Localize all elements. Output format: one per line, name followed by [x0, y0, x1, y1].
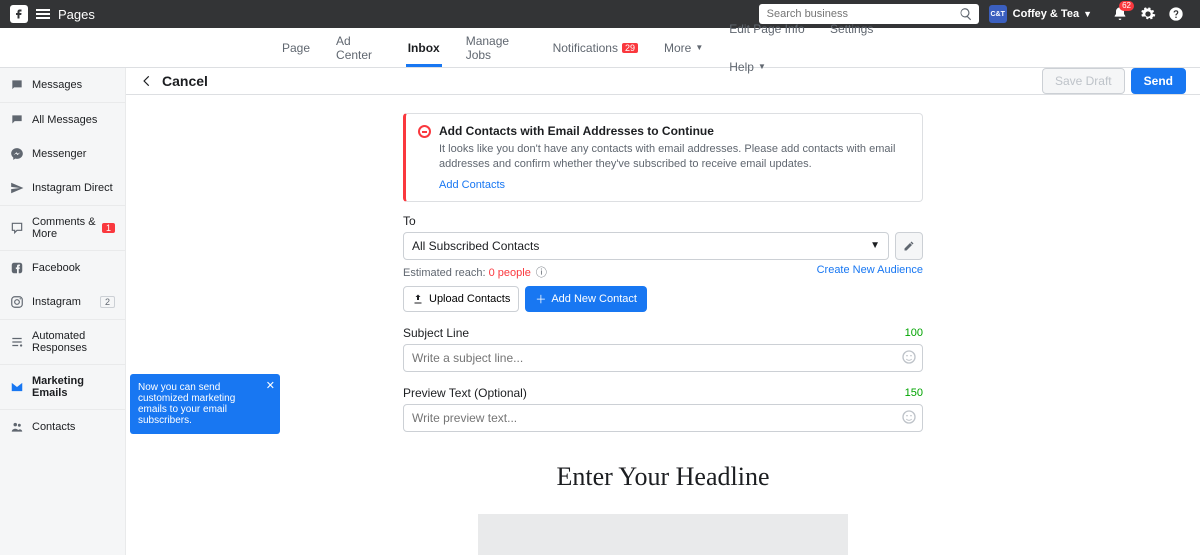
marketing-emails-tooltip: Now you can send customized marketing em… — [130, 374, 280, 434]
comment-icon — [10, 221, 24, 235]
automation-icon — [10, 335, 24, 349]
back-chevron-icon[interactable] — [140, 74, 154, 88]
subject-char-count: 100 — [905, 327, 923, 339]
app-title: Pages — [58, 7, 95, 22]
alert-title: Add Contacts with Email Addresses to Con… — [439, 124, 714, 138]
comments-badge: 1 — [102, 223, 115, 233]
cancel-title[interactable]: Cancel — [162, 73, 208, 89]
add-new-contact-button[interactable]: ＋ Add New Contact — [525, 286, 647, 312]
page-subnav: Page Ad Center Inbox Manage Jobs Notific… — [0, 28, 1200, 68]
notifications-badge: 62 — [1119, 1, 1134, 11]
speech-icon — [10, 113, 24, 127]
tab-notifications[interactable]: Notifications 29 — [551, 29, 640, 67]
sidebar-item-instagram[interactable]: Instagram 2 — [0, 285, 125, 320]
subject-input[interactable] — [403, 344, 923, 372]
instagram-badge: 2 — [100, 296, 115, 308]
compose-action-bar: Cancel Save Draft Send — [126, 68, 1200, 95]
notifications-count-badge: 29 — [622, 43, 638, 53]
sidebar-item-messenger[interactable]: Messenger — [0, 137, 125, 171]
search-input[interactable] — [759, 4, 979, 24]
upload-contacts-button[interactable]: Upload Contacts — [403, 286, 519, 312]
hamburger-icon[interactable] — [36, 7, 50, 21]
tab-inbox[interactable]: Inbox — [406, 29, 442, 67]
tooltip-close-icon[interactable]: ✕ — [266, 379, 275, 392]
page-avatar[interactable]: C&T — [989, 5, 1007, 23]
instagram-icon — [10, 295, 24, 309]
preview-label: Preview Text (Optional) — [403, 386, 527, 400]
pencil-icon — [903, 240, 915, 252]
missing-contacts-alert: Add Contacts with Email Addresses to Con… — [403, 113, 923, 202]
sidebar-item-comments-more[interactable]: Comments & More 1 — [0, 206, 125, 251]
settings-gear-icon[interactable] — [1138, 4, 1158, 24]
chat-icon — [10, 78, 24, 92]
page-switcher-caret[interactable]: ▼ — [1083, 9, 1092, 19]
tab-more[interactable]: More▼ — [662, 29, 705, 67]
compose-panel: Cancel Save Draft Send Add Contacts with… — [126, 68, 1200, 555]
sidebar-item-automated-responses[interactable]: Automated Responses — [0, 320, 125, 365]
contacts-icon — [10, 420, 24, 434]
sidebar-item-messages[interactable]: Messages — [0, 68, 125, 103]
alert-body: It looks like you don't have any contact… — [439, 142, 910, 173]
global-search[interactable] — [759, 4, 979, 24]
sidebar-item-all-messages[interactable]: All Messages — [0, 103, 125, 137]
save-draft-button[interactable]: Save Draft — [1042, 68, 1125, 94]
to-label: To — [403, 214, 416, 228]
facebook-square-icon — [10, 261, 24, 275]
tab-page[interactable]: Page — [280, 29, 312, 67]
create-audience-link[interactable]: Create New Audience — [817, 264, 923, 280]
sidebar-item-facebook[interactable]: Facebook — [0, 251, 125, 285]
envelope-icon — [10, 380, 24, 394]
edit-audience-button[interactable] — [895, 232, 923, 260]
send-button[interactable]: Send — [1131, 68, 1186, 94]
help-icon[interactable] — [1166, 4, 1186, 24]
emoji-icon[interactable] — [901, 349, 917, 365]
preview-char-count: 150 — [905, 387, 923, 399]
paper-plane-icon — [10, 181, 24, 195]
info-icon[interactable]: ⓘ — [536, 267, 547, 279]
alert-add-contacts-link[interactable]: Add Contacts — [439, 179, 505, 191]
tab-ad-center[interactable]: Ad Center — [334, 22, 384, 74]
headline-placeholder[interactable]: Enter Your Headline — [403, 462, 923, 492]
audience-combobox[interactable]: All Subscribed Contacts ▼ — [403, 232, 889, 260]
tab-manage-jobs[interactable]: Manage Jobs — [464, 22, 529, 74]
facebook-logo[interactable] — [10, 5, 28, 23]
inbox-sidebar: Messages All Messages Messenger Instagra… — [0, 68, 126, 555]
alert-error-icon — [418, 125, 431, 138]
messenger-icon — [10, 147, 24, 161]
image-placeholder[interactable] — [478, 514, 848, 555]
reach-value: 0 people — [489, 267, 531, 279]
global-topbar: Pages C&T Coffey & Tea ▼ 62 — [0, 0, 1200, 28]
page-name[interactable]: Coffey & Tea — [1013, 8, 1079, 20]
reach-label: Estimated reach: — [403, 267, 486, 279]
sidebar-item-marketing-emails[interactable]: Marketing Emails — [0, 365, 125, 410]
emoji-icon[interactable] — [901, 409, 917, 425]
notifications-icon[interactable]: 62 — [1110, 4, 1130, 24]
preview-input[interactable] — [403, 404, 923, 432]
audience-value: All Subscribed Contacts — [412, 239, 870, 253]
plus-icon: ＋ — [535, 291, 546, 307]
chevron-down-icon: ▼ — [870, 240, 880, 251]
search-icon — [959, 7, 973, 21]
subject-label: Subject Line — [403, 326, 469, 340]
upload-icon — [412, 293, 424, 305]
sidebar-item-contacts[interactable]: Contacts — [0, 410, 125, 444]
sidebar-item-instagram-direct[interactable]: Instagram Direct — [0, 171, 125, 206]
